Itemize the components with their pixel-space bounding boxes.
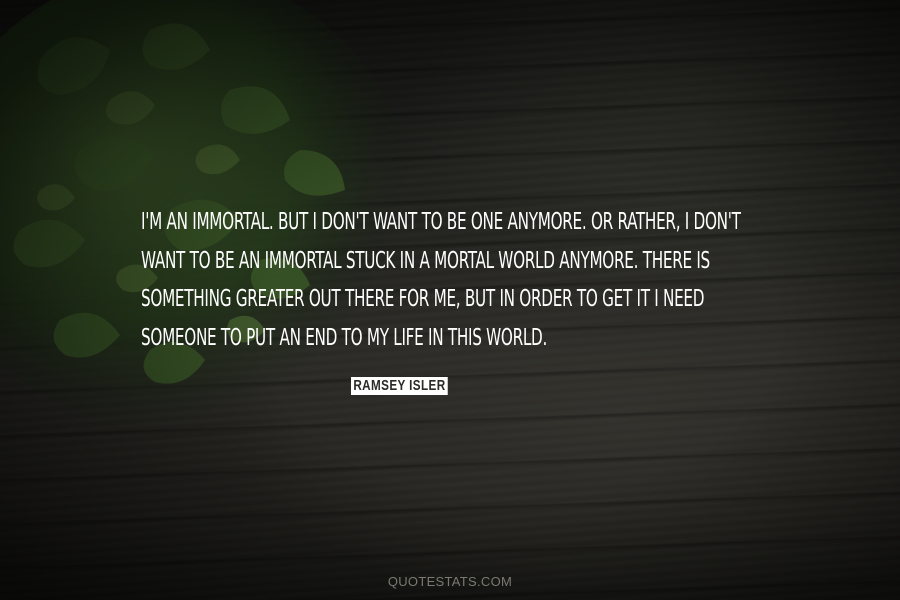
- quote-line-3: SOMETHING GREATER OUT THERE FOR ME, BUT …: [141, 284, 705, 312]
- quote-line-4: SOMEONE TO PUT AN END TO MY LIFE IN THIS…: [141, 322, 548, 351]
- author-name: RAMSEY ISLER: [351, 377, 448, 395]
- quote-text: I'M AN IMMORTAL. BUT I DON'T WANT TO BE …: [141, 202, 741, 356]
- quote-line-2: WANT TO BE AN IMMORTAL STUCK IN A MORTAL…: [141, 245, 710, 274]
- quote-line-1: I'M AN IMMORTAL. BUT I DON'T WANT TO BE …: [141, 207, 741, 235]
- quote-image: I'M AN IMMORTAL. BUT I DON'T WANT TO BE …: [0, 0, 900, 600]
- site-watermark: QUOTESTATS.COM: [387, 574, 513, 589]
